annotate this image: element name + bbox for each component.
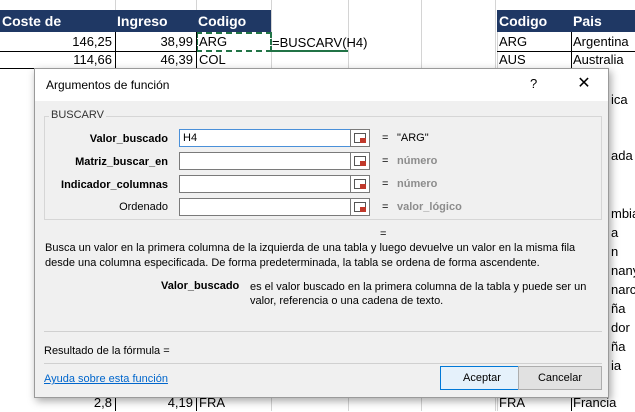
border-line [115,32,116,68]
copy-marquee [196,32,272,52]
close-icon[interactable]: ✕ [573,73,595,95]
cell-pais-partial[interactable]: ica [611,91,635,109]
arg-result: "ARG" [397,132,429,144]
function-result-equals: = [380,228,387,240]
ordenado-input[interactable] [179,198,351,216]
border-line [0,51,196,52]
collapse-dialog-button[interactable] [350,129,370,147]
divider [44,363,602,364]
cell-codigo-right[interactable]: ARG [499,33,569,51]
cell-codigo[interactable]: COL [199,51,269,69]
cell-pais-partial[interactable]: ña [611,338,635,356]
formula-result-label: Resultado de la fórmula = [44,345,170,357]
arg-label-indicador: Indicador_columnas [61,179,168,191]
cell-pais-partial[interactable]: nany [611,262,635,280]
function-arguments-dialog: Argumentos de función ? ✕ BUSCARV Valor_… [34,68,609,398]
cell-pais-partial[interactable]: n Rep [611,243,635,261]
equals-sign: = [382,155,389,167]
function-description: Busca un valor en la primera columna de … [45,242,576,269]
border-line [115,396,116,411]
col-header-codigo[interactable]: Codigo [196,10,271,32]
col-header-coste[interactable]: Coste de Producto [0,10,115,51]
function-name: BUSCARV [49,109,106,121]
help-button[interactable]: ? [530,76,537,91]
collapse-dialog-button[interactable] [350,198,370,216]
dialog-titlebar[interactable]: Argumentos de función ? ✕ [35,69,608,101]
border-line [0,68,34,69]
equals-sign: = [382,178,389,190]
cell-pais-partial[interactable]: dor [611,319,635,337]
param-name: Valor_buscado [161,280,240,292]
matriz-buscar-en-input[interactable] [179,152,351,170]
cell-pais[interactable]: Australia [573,51,635,69]
border-line [196,32,197,68]
border-line [497,51,635,52]
range-select-icon [354,179,366,189]
cancel-button[interactable]: Cancelar [518,366,602,390]
cell-coste[interactable]: 114,66 [0,51,115,69]
accept-button[interactable]: Aceptar [440,366,524,390]
indicador-columnas-input[interactable] [179,175,351,193]
arg-hint: número [397,178,438,190]
equals-sign: = [382,201,389,213]
cell-codigo-right[interactable]: AUS [499,51,569,69]
equals-sign: = [382,132,389,144]
border-line [196,396,197,411]
valor-buscado-input[interactable]: H4 [179,129,351,147]
arg-label-ordenado: Ordenado [119,201,168,213]
param-description: es el valor buscado en la primera column… [250,281,587,307]
range-select-icon [354,156,366,166]
cell-pais-partial[interactable]: ada [611,147,635,165]
range-select-icon [354,133,366,143]
arg-hint: valor_lógico [397,201,462,213]
collapse-dialog-button[interactable] [350,175,370,193]
cell-pais-partial[interactable]: ña [611,300,635,318]
collapse-dialog-button[interactable] [350,152,370,170]
cell-pais-partial[interactable]: mbia [611,205,635,223]
col-header-pais[interactable]: Pais [571,10,635,32]
col-header-codigo-right[interactable]: Codigo [497,10,571,32]
arg-label-valor-buscado: Valor_buscado [89,133,168,145]
cell-pais-partial[interactable]: ia [611,357,635,375]
cell-pais[interactable]: Argentina [573,33,635,51]
cell-ingreso[interactable]: 38,99 [115,33,196,51]
arg-label-matriz: Matriz_buscar_en [75,156,168,168]
help-link[interactable]: Ayuda sobre esta función [44,373,168,385]
active-formula-cell[interactable]: =BUSCARV(H4) [272,34,367,52]
cell-ingreso[interactable]: 46,39 [115,51,196,69]
dialog-title: Argumentos de función [46,78,170,92]
arg-hint: número [397,155,438,167]
range-select-icon [354,202,366,212]
col-header-ingreso[interactable]: Ingreso Neto [115,10,196,51]
divider [44,331,602,332]
cell-coste[interactable]: 146,25 [0,33,115,51]
cell-pais-partial[interactable]: a Rica [611,224,635,242]
cell-pais-partial[interactable]: narca [611,281,635,299]
